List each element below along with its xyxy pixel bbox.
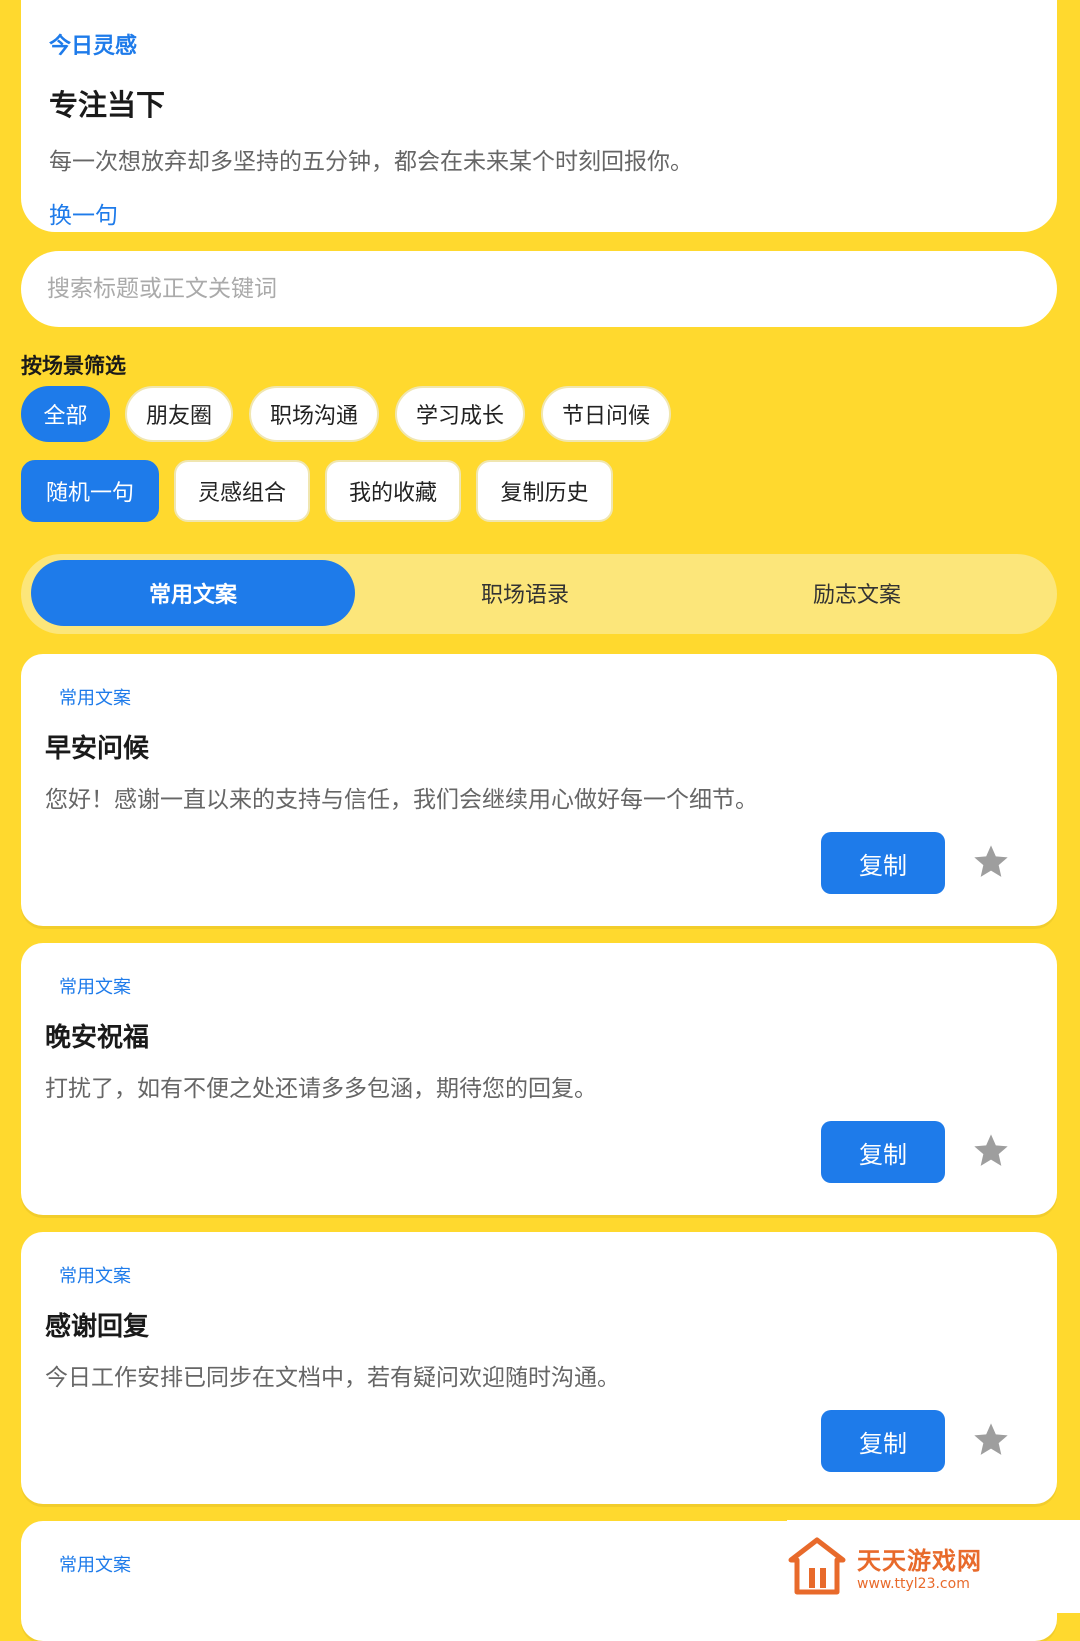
scene-chip-holiday[interactable]: 节日问候 (541, 386, 671, 442)
inspiration-card: 今日灵感 专注当下 每一次想放弃却多坚持的五分钟，都会在未来某个时刻回报你。 换… (21, 0, 1057, 232)
scene-chip-all[interactable]: 全部 (21, 386, 110, 442)
random-quote-button[interactable]: 随机一句 (21, 460, 159, 522)
inspiration-text: 每一次想放弃却多坚持的五分钟，都会在未来某个时刻回报你。 (49, 149, 693, 175)
inspiration-eyebrow: 今日灵感 (49, 34, 138, 59)
scene-chip-workplace[interactable]: 职场沟通 (249, 386, 379, 442)
star-icon[interactable] (971, 842, 1011, 882)
filter-label: 按场景筛选 (21, 354, 126, 378)
refresh-quote-link[interactable]: 换一句 (49, 196, 1029, 230)
tab-motivational[interactable]: 励志文案 (697, 560, 1017, 626)
star-icon[interactable] (971, 1131, 1011, 1171)
scene-chip-learning[interactable]: 学习成长 (395, 386, 525, 442)
my-favorites-button[interactable]: 我的收藏 (325, 460, 461, 522)
item-title: 早安问候 (45, 734, 150, 764)
copy-button[interactable]: 复制 (821, 832, 945, 894)
inspiration-title: 专注当下 (49, 88, 166, 122)
copy-button[interactable]: 复制 (821, 1121, 945, 1183)
star-icon[interactable] (971, 1420, 1011, 1460)
item-tag: 常用文案 (59, 688, 131, 709)
item-tag: 常用文案 (59, 1266, 131, 1287)
item-text: 您好！感谢一直以来的支持与信任，我们会继续用心做好每一个细节。 (45, 787, 758, 813)
item-text: 今日工作安排已同步在文档中，若有疑问欢迎随时沟通。 (45, 1365, 620, 1391)
house-logo-icon (788, 1537, 846, 1594)
scene-chip-moments[interactable]: 朋友圈 (125, 386, 233, 442)
list-item: 常用文案 晚安祝福 打扰了，如有不便之处还请多多包涵，期待您的回复。 复制 (21, 943, 1057, 1215)
watermark-url: www.ttyl23.com (857, 1576, 970, 1592)
item-tag: 常用文案 (59, 1555, 131, 1576)
tab-workplace-quotes[interactable]: 职场语录 (365, 560, 685, 626)
list-item: 常用文案 早安问候 您好！感谢一直以来的支持与信任，我们会继续用心做好每一个细节… (21, 654, 1057, 926)
item-text: 打扰了，如有不便之处还请多多包涵，期待您的回复。 (45, 1076, 597, 1102)
item-title: 晚安祝福 (45, 1023, 150, 1053)
watermark: 天天游戏网 www.ttyl23.com (787, 1520, 1080, 1613)
search-input[interactable] (21, 251, 1057, 327)
item-tag: 常用文案 (59, 977, 131, 998)
inspiration-combo-button[interactable]: 灵感组合 (174, 460, 310, 522)
copy-history-button[interactable]: 复制历史 (476, 460, 613, 522)
category-tabs: 常用文案 职场语录 励志文案 (21, 554, 1057, 634)
copy-button[interactable]: 复制 (821, 1410, 945, 1472)
list-item: 常用文案 感谢回复 今日工作安排已同步在文档中，若有疑问欢迎随时沟通。 复制 (21, 1232, 1057, 1504)
item-title: 感谢回复 (45, 1312, 150, 1342)
watermark-name: 天天游戏网 (857, 1547, 982, 1575)
tab-common-copy[interactable]: 常用文案 (31, 560, 355, 626)
